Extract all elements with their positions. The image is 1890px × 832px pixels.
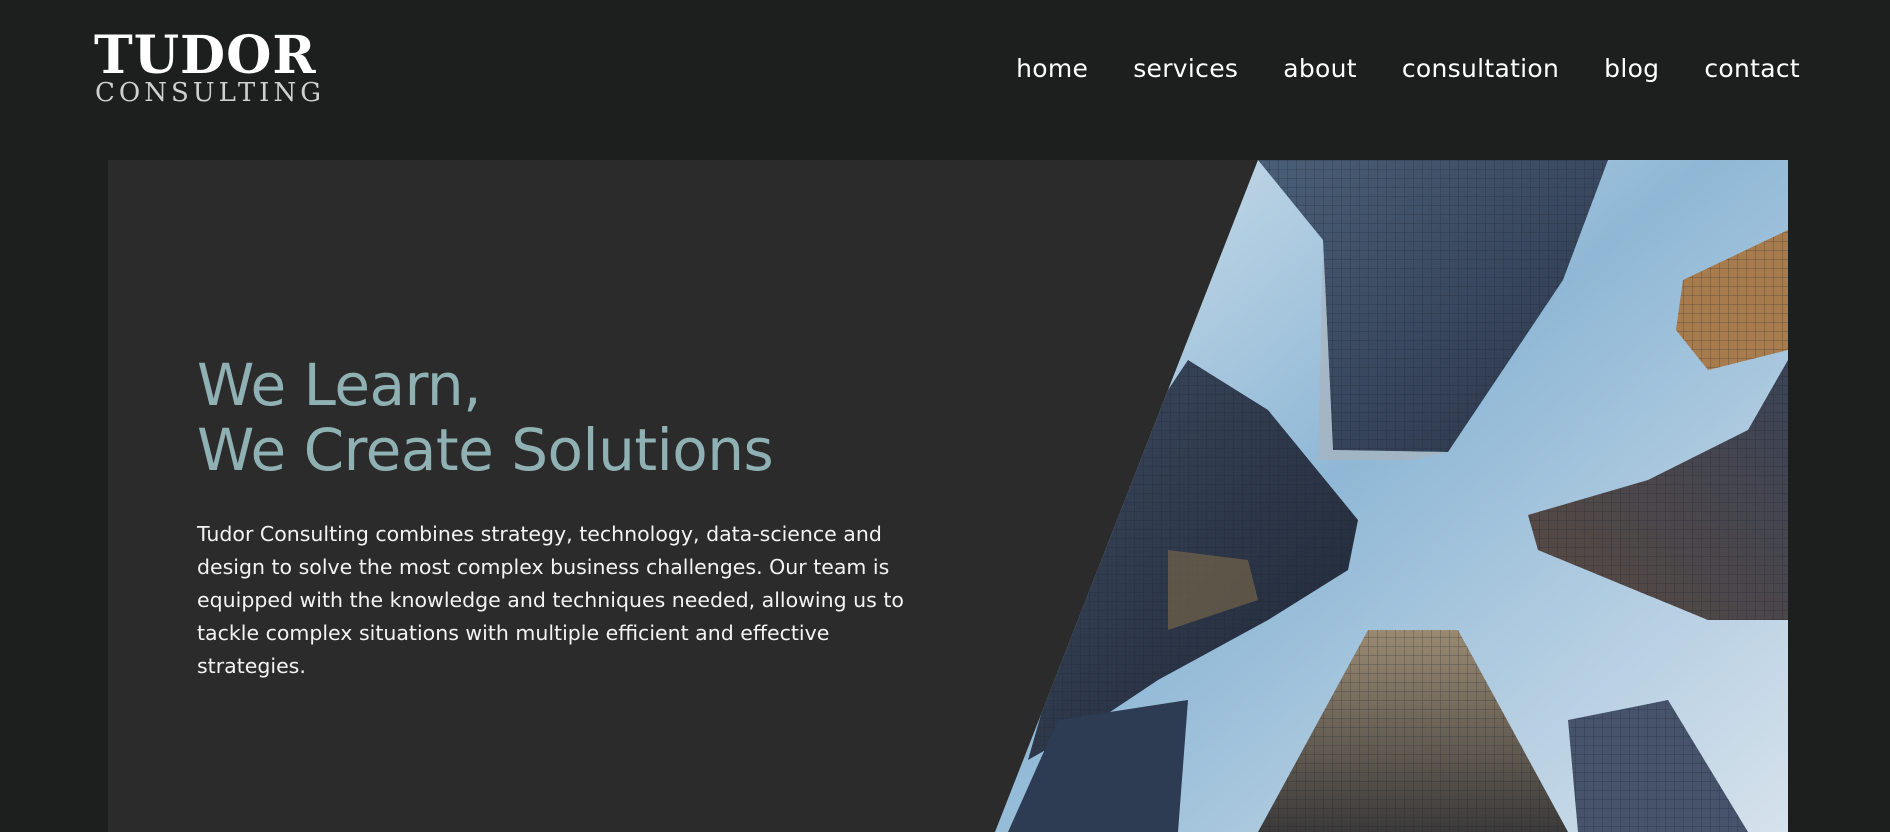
main-nav: home services about consultation blog co… xyxy=(971,52,1800,86)
nav-contact-link[interactable]: contact xyxy=(1704,52,1800,86)
logo[interactable]: TUDOR CONSULTING xyxy=(94,30,324,110)
nav-services-link[interactable]: services xyxy=(1133,52,1238,86)
nav-blog-link[interactable]: blog xyxy=(1604,52,1659,86)
hero-section: We Learn, We Create Solutions Tudor Cons… xyxy=(108,160,1788,832)
nav-home-link[interactable]: home xyxy=(1016,52,1088,86)
logo-wordmark: TUDOR xyxy=(94,25,317,86)
hero-headline-line1: We Learn, xyxy=(197,351,482,419)
hero-text-block: We Learn, We Create Solutions Tudor Cons… xyxy=(197,353,937,683)
logo-subtitle: CONSULTING xyxy=(95,78,325,108)
nav-consultation-link[interactable]: consultation xyxy=(1402,52,1559,86)
hero-headline: We Learn, We Create Solutions xyxy=(197,353,937,483)
hero-headline-line2: We Create Solutions xyxy=(197,416,774,484)
hero-description: Tudor Consulting combines strategy, tech… xyxy=(197,522,904,678)
nav-about-link[interactable]: about xyxy=(1283,52,1357,86)
site-header: TUDOR CONSULTING home services about con… xyxy=(0,0,1890,160)
